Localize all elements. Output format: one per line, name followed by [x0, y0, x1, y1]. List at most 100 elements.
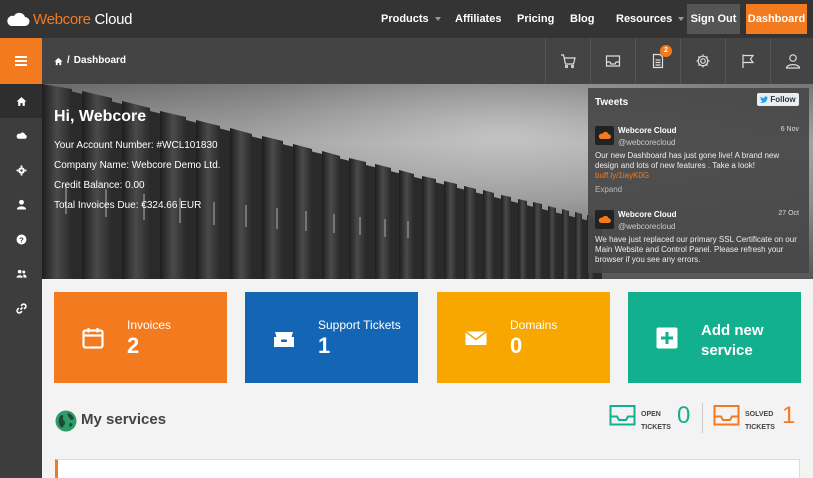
invoices-tile[interactable]: Invoices 2: [54, 292, 227, 383]
nav-affiliates[interactable]: Affiliates: [455, 0, 501, 38]
notifications-button[interactable]: 2: [635, 38, 680, 84]
users-icon: [15, 269, 27, 278]
link-icon: [15, 302, 27, 314]
tweet-handle[interactable]: @webcorecloud: [618, 138, 675, 147]
tweet-link[interactable]: buff.ly/1iayK0G: [595, 171, 649, 180]
globe-icon: [55, 410, 77, 432]
nav-resources[interactable]: Resources: [616, 0, 685, 38]
greeting: Hi, Webcore: [54, 108, 147, 125]
inbox-icon[interactable]: [609, 404, 636, 426]
breadcrumb-separator: /: [67, 55, 70, 66]
my-services-title: My services: [81, 411, 167, 428]
tweet-author[interactable]: Webcore Cloud: [618, 126, 677, 135]
tweets-heading: Tweets: [595, 97, 629, 108]
breadcrumb: / Dashboard: [54, 38, 126, 84]
inbox-icon[interactable]: [713, 404, 740, 426]
tweet-text: Our new Dashboard has just gone live! A …: [595, 151, 780, 180]
follow-label: Follow: [770, 95, 796, 104]
cloud-icon: [16, 132, 27, 139]
cloud-logo-icon: [7, 12, 30, 26]
add-new-service-label: Add new service: [701, 322, 764, 359]
flag-icon: [742, 54, 755, 68]
sidebar-item-account[interactable]: [0, 187, 42, 221]
chevron-down-icon: [678, 17, 685, 22]
sidebar-item-settings[interactable]: [0, 153, 42, 187]
credit-balance: Credit Balance: 0.00: [54, 180, 145, 191]
invoices-count: 2: [127, 333, 140, 358]
tweet-text: We have just replaced our primary SSL Ce…: [595, 235, 797, 264]
divider: [702, 403, 703, 433]
nav-blog[interactable]: Blog: [570, 0, 594, 38]
cloud-logo-icon: [598, 131, 611, 139]
profile-button[interactable]: [770, 38, 813, 84]
dashboard-button[interactable]: Dashboard: [746, 4, 807, 34]
cloud-logo-icon: [598, 215, 611, 223]
open-tickets-count[interactable]: 0: [677, 402, 690, 430]
toolbar: / Dashboard 2: [42, 38, 813, 84]
tweet-expand-link[interactable]: Expand: [595, 185, 622, 194]
menu-toggle-button[interactable]: [0, 38, 42, 84]
gear-icon: [16, 165, 26, 175]
tweet-date[interactable]: 27 Oct: [778, 210, 799, 217]
support-tickets-tile[interactable]: Support Tickets 1: [245, 292, 418, 383]
hamburger-icon-bar: [15, 64, 27, 66]
brand-logo[interactable]: Webcore Cloud: [6, 9, 133, 29]
sidebar-item-cloud[interactable]: [0, 118, 42, 152]
help-icon: ?: [16, 234, 26, 244]
profile-icon: [785, 54, 801, 69]
sidebar-item-help[interactable]: ?: [0, 222, 42, 256]
total-invoices-due: Total Invoices Due: €324.66 EUR: [54, 200, 202, 211]
add-new-service-tile[interactable]: Add new service: [628, 292, 801, 383]
avatar[interactable]: [595, 210, 614, 229]
avatar[interactable]: [595, 126, 614, 145]
nav-pricing[interactable]: Pricing: [517, 0, 554, 38]
home-icon[interactable]: [54, 57, 63, 66]
invoices-label: Invoices: [127, 318, 172, 332]
sidebar-item-contacts[interactable]: [0, 256, 42, 290]
support-tickets-label: Support Tickets: [318, 318, 401, 332]
hamburger-icon-bar: [15, 60, 27, 62]
chevron-down-icon: [434, 17, 441, 22]
solved-tickets-label[interactable]: SOLVED TICKETS: [745, 408, 775, 434]
tweet-author[interactable]: Webcore Cloud: [618, 210, 677, 219]
cart-icon: [561, 54, 576, 69]
domains-count: 0: [510, 333, 523, 358]
flag-button[interactable]: [725, 38, 770, 84]
support-tickets-count: 1: [318, 333, 331, 358]
home-icon: [16, 96, 26, 106]
notification-badge: 2: [660, 45, 672, 57]
domains-tile[interactable]: Domains 0: [437, 292, 610, 383]
tweet-handle[interactable]: @webcorecloud: [618, 222, 675, 231]
nav-products[interactable]: Products: [381, 0, 441, 38]
twitter-bird-icon: [760, 96, 769, 103]
sign-out-button[interactable]: Sign Out: [687, 4, 740, 34]
sidebar: ?: [0, 84, 42, 478]
account-number: Your Account Number: #WCL101830: [54, 140, 218, 151]
breadcrumb-current: Dashboard: [73, 55, 127, 66]
calendar-icon: [82, 328, 104, 349]
tweet-date[interactable]: 6 Nov: [781, 126, 799, 133]
solved-tickets-count[interactable]: 1: [782, 402, 795, 430]
cart-button[interactable]: [545, 38, 590, 84]
account-summary: Hi, Webcore Your Account Number: #WCL101…: [54, 108, 221, 216]
envelope-icon: [465, 330, 487, 345]
brand-name: Webcore Cloud: [33, 10, 133, 28]
services-panel: [55, 459, 800, 478]
follow-button[interactable]: Follow: [757, 93, 799, 106]
company-name: Company Name: Webcore Demo Ltd.: [54, 160, 221, 171]
archive-box-icon: [274, 332, 294, 347]
inbox-icon: [605, 55, 621, 67]
open-tickets-label[interactable]: OPEN TICKETS: [641, 408, 671, 434]
tweets-panel: Tweets Follow Webcore Cloud @webcoreclou…: [588, 88, 809, 273]
settings-button[interactable]: [680, 38, 725, 84]
settings-icon: [696, 54, 710, 68]
svg-text:?: ?: [19, 235, 24, 244]
user-icon: [16, 199, 26, 209]
inbox-button[interactable]: [590, 38, 635, 84]
plus-square-icon: [656, 327, 678, 349]
sidebar-item-home[interactable]: [0, 84, 42, 118]
top-navbar: Webcore Cloud Products Affiliates Pricin…: [0, 0, 813, 38]
sidebar-item-links[interactable]: [0, 291, 42, 325]
domains-label: Domains: [510, 318, 558, 332]
hamburger-icon: [15, 56, 27, 58]
